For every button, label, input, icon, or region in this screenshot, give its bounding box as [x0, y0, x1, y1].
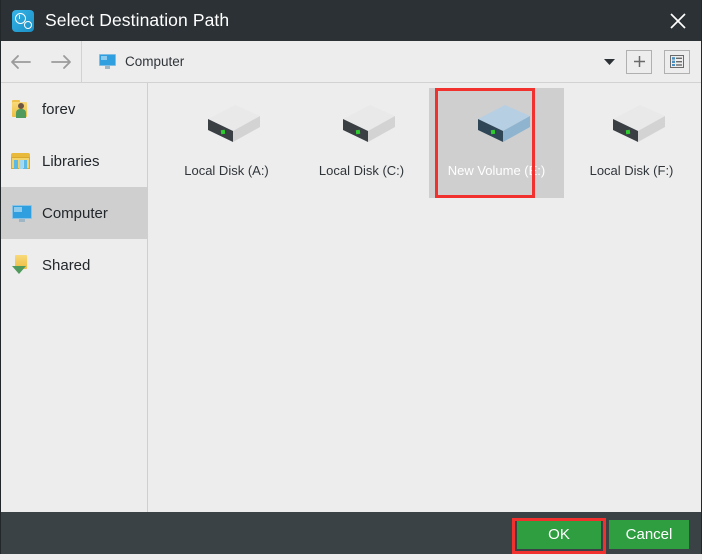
hard-drive-icon: [460, 99, 534, 151]
user-folder-icon: [11, 98, 33, 120]
file-browser-content: Local Disk (A:) Local Disk (C:): [149, 83, 701, 512]
drive-label: New Volume (E:): [448, 163, 546, 178]
hard-drive-icon: [325, 99, 399, 151]
monitor-icon: [99, 54, 116, 69]
shared-folder-icon: [11, 254, 33, 276]
places-sidebar: forev Libraries Computer Shared: [1, 83, 148, 512]
select-destination-path-dialog: Select Destination Path Computer: [0, 0, 702, 560]
breadcrumb-label: Computer: [125, 54, 184, 69]
back-arrow-icon[interactable]: [1, 41, 41, 83]
sidebar-item-forev[interactable]: forev: [1, 83, 147, 135]
new-folder-button[interactable]: [626, 50, 652, 74]
navigation-toolbar: Computer: [1, 41, 701, 83]
hard-drive-icon: [190, 99, 264, 151]
breadcrumb[interactable]: Computer: [82, 41, 592, 83]
ok-button[interactable]: OK: [517, 520, 601, 549]
drive-item[interactable]: Local Disk (C:): [294, 88, 429, 198]
drive-item[interactable]: Local Disk (F:): [564, 88, 699, 198]
sidebar-item-label: Libraries: [42, 153, 100, 170]
view-mode-button[interactable]: [664, 50, 690, 74]
cancel-button[interactable]: Cancel: [609, 520, 689, 549]
drive-item-selected[interactable]: New Volume (E:): [429, 88, 564, 198]
monitor-icon: [11, 202, 33, 224]
title-bar: Select Destination Path: [0, 0, 702, 41]
sidebar-item-label: Computer: [42, 205, 108, 222]
chevron-down-icon[interactable]: [592, 41, 626, 83]
drive-label: Local Disk (A:): [184, 163, 269, 178]
drive-label: Local Disk (C:): [319, 163, 404, 178]
close-icon[interactable]: [654, 0, 702, 41]
dialog-footer: OK Cancel: [0, 512, 702, 554]
drive-label: Local Disk (F:): [590, 163, 674, 178]
libraries-icon: [11, 150, 33, 172]
drive-grid: Local Disk (A:) Local Disk (C:): [149, 83, 701, 198]
drive-item[interactable]: Local Disk (A:): [159, 88, 294, 198]
sidebar-item-libraries[interactable]: Libraries: [1, 135, 147, 187]
sidebar-item-computer[interactable]: Computer: [1, 187, 147, 239]
sidebar-item-label: Shared: [42, 257, 90, 274]
clock-gear-icon: [12, 10, 34, 32]
hard-drive-icon: [595, 99, 669, 151]
sidebar-item-shared[interactable]: Shared: [1, 239, 147, 291]
sidebar-item-label: forev: [42, 101, 75, 118]
window-title: Select Destination Path: [45, 10, 229, 31]
forward-arrow-icon[interactable]: [41, 41, 81, 83]
